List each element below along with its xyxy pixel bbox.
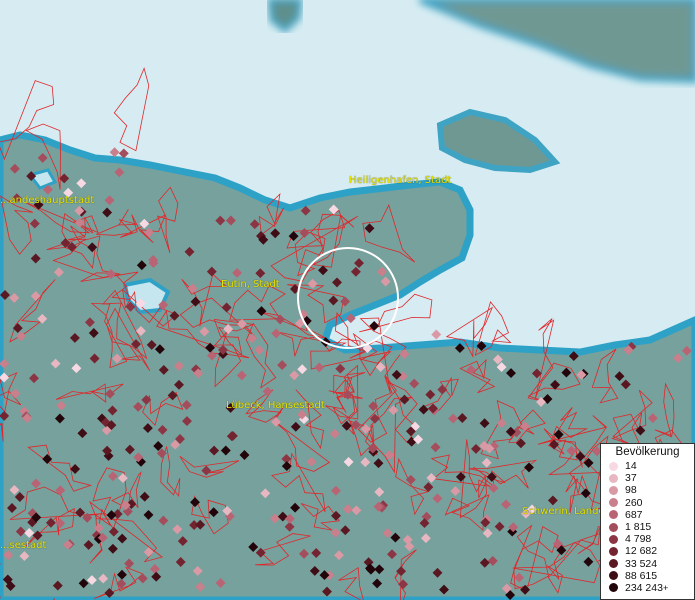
legend-label: 88 615 [625, 569, 658, 582]
legend-swatch [609, 522, 618, 532]
legend-label: 687 [625, 508, 643, 521]
legend-entry: 33 524 [605, 558, 690, 570]
legend-label: 37 [625, 472, 637, 485]
population-legend: Bevölkerung 14 37 98 260 687 1 815 4 798 12 682… [600, 443, 695, 600]
legend-entry: 98 [605, 484, 690, 496]
legend-label: 98 [625, 484, 637, 497]
legend-label: 1 815 [625, 521, 652, 534]
place-label-kiel: ...andeshauptstadt [0, 195, 95, 206]
place-label-heiligenhafen: Heiligenhafen, Stadt [349, 175, 452, 186]
legend-label: 234 243 [625, 581, 663, 594]
legend-label: 4 798 [625, 533, 652, 546]
legend-swatch [609, 498, 618, 508]
place-label-luebeck: Lübeck, Hansestadt [226, 400, 325, 411]
legend-label: 14 [625, 460, 637, 473]
legend-swatch [609, 534, 618, 544]
legend-label: 12 682 [625, 545, 658, 558]
legend-entry: 12 682 [605, 545, 690, 557]
legend-swatch [609, 571, 618, 581]
legend-swatch [609, 559, 618, 569]
legend-entry: 37 [605, 472, 690, 484]
legend-label: 33 524 [625, 557, 658, 570]
legend-entry: 1 815 [605, 521, 690, 533]
legend-swatch [609, 546, 618, 556]
legend-suffix: + [662, 582, 669, 593]
legend-swatch [609, 583, 618, 593]
legend-swatch [609, 473, 618, 483]
place-label-eutin: Eutin, Stadt [221, 279, 280, 290]
place-label-hamburg: ...sestadt [0, 540, 47, 551]
legend-entry: 687 [605, 509, 690, 521]
legend-label: 260 [625, 496, 643, 509]
legend-title: Bevölkerung [615, 446, 680, 458]
legend-entry: 88 615 [605, 570, 690, 582]
legend-swatch [609, 510, 618, 520]
legend-swatch [609, 461, 618, 471]
legend-entry: 234 243 + [605, 582, 690, 594]
legend-entry: 260 [605, 497, 690, 509]
legend-entry: 4 798 [605, 533, 690, 545]
legend-entry: 14 [605, 460, 690, 472]
legend-swatch [609, 485, 618, 495]
